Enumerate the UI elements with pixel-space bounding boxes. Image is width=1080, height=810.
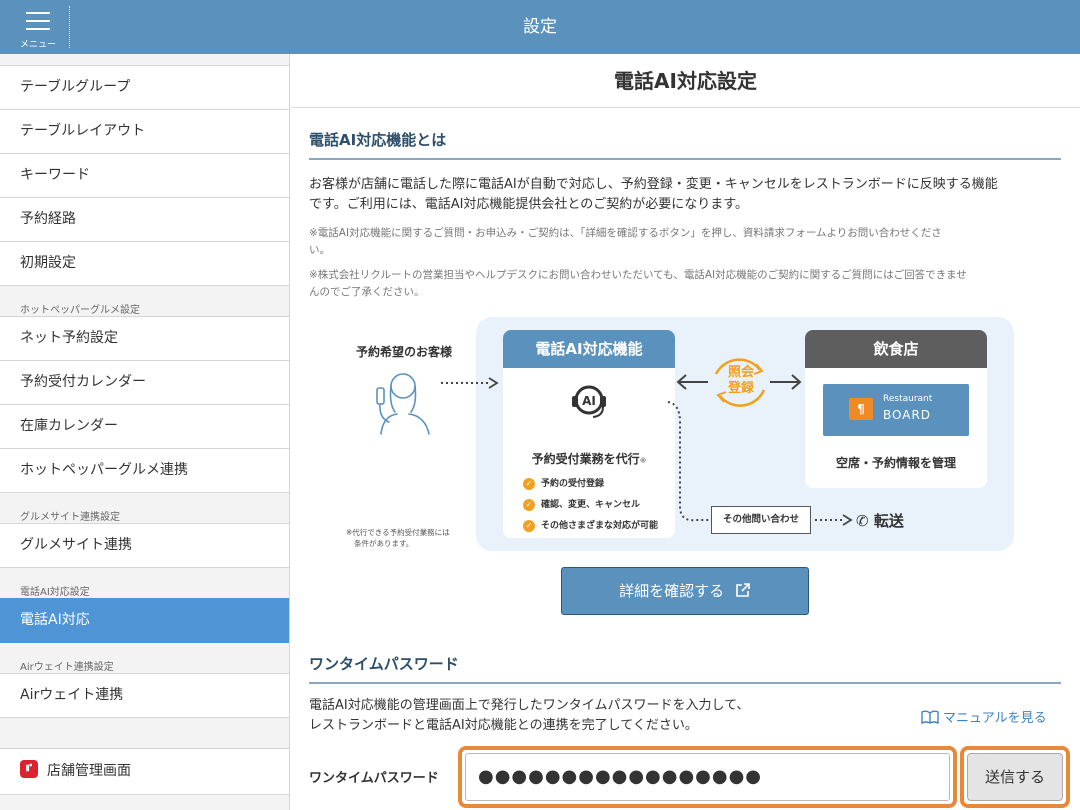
store-icon: ⑈	[20, 760, 38, 778]
ai-task-item: 確認、変更、キャンセル	[541, 500, 641, 510]
send-button[interactable]: 送信する	[967, 753, 1063, 801]
restaurant-board-icon: ¶	[849, 398, 873, 420]
sidebar-item-initial-settings[interactable]: 初期設定	[0, 241, 289, 286]
ai-card-title: 電話AI対応機能	[503, 330, 675, 368]
restaurant-card-title: 飲食店	[805, 330, 987, 368]
ai-headset-icon: AI	[572, 385, 606, 418]
sidebar-item-reservation-calendar[interactable]: 予約受付カレンダー	[0, 360, 289, 404]
transfer-text: 転送	[873, 512, 904, 530]
logo-text-line1: Restaurant	[883, 394, 933, 404]
ai-task-mark: ※	[639, 457, 647, 465]
reference-label: 照会	[727, 365, 754, 380]
diagram-footnote: ※代行できる予約受付業務には 条件があります。	[346, 527, 450, 549]
external-link-icon	[736, 582, 750, 597]
app-header: メニュー 設定	[0, 0, 1080, 54]
arrow-customer-to-ai	[441, 377, 499, 389]
logo-text-line2: BOARD	[883, 408, 932, 422]
footnote-line1: ※代行できる予約受付業務には	[346, 528, 450, 537]
sidebar-section-phone-ai: 電話AI対応設定	[20, 587, 90, 598]
register-label: 登録	[727, 381, 754, 396]
sidebar-item-reservation-route[interactable]: 予約経路	[0, 197, 289, 241]
reference-register-label: 照会 登録	[719, 365, 763, 397]
about-note1: ※電話AI対応機能に関するご質問・お申込み・ご契約は、「詳細を確認するボタン」を…	[309, 227, 942, 239]
restaurant-card: 飲食店 ¶ Restaurant BOARD 空席・予約情報を管理	[805, 330, 987, 488]
otp-desc-line1: 電話AI対応機能の管理画面上で発行したワンタイムパスワードを入力して、	[309, 698, 750, 713]
sidebar-item-airwait[interactable]: Airウェイト連携	[0, 673, 289, 718]
sidebar-item-stock-calendar[interactable]: 在庫カレンダー	[0, 404, 289, 448]
store-admin-label: 店舗管理画面	[47, 763, 131, 779]
sidebar-item-table-group[interactable]: テーブルグループ	[0, 65, 289, 109]
ai-task-list: ✓ 予約の受付登録 ✓ 確認、変更、キャンセル ✓ その他さまざまな対応が可能	[523, 476, 658, 538]
list-item: ✓ 予約の受付登録	[523, 476, 658, 497]
about-heading: 電話AI対応機能とは	[309, 129, 1061, 160]
otp-heading: ワンタイムパスワード	[309, 653, 1061, 684]
service-diagram: 予約希望のお客様 電話AI対応機能 AI 予約受付業務を代行※ ✓ 予約の受付登…	[331, 314, 1031, 554]
book-icon	[921, 710, 939, 724]
transfer-label: ✆ 転送	[856, 510, 904, 531]
about-note2: ※株式会社リクルートの営業担当やヘルプデスクにお問い合わせいただいても、電話AI…	[309, 269, 967, 281]
header-title: 設定	[523, 17, 557, 37]
footnote-line2: 条件があります。	[354, 539, 414, 548]
restaurant-board-logo: ¶ Restaurant BOARD	[823, 384, 969, 436]
list-item: ✓ 確認、変更、キャンセル	[523, 497, 658, 518]
ai-task-item: その他さまざまな対応が可能	[541, 521, 659, 531]
list-item: ✓ その他さまざまな対応が可能	[523, 518, 658, 538]
about-note1-cont: い。	[309, 244, 330, 256]
ai-feature-card: 電話AI対応機能 AI 予約受付業務を代行※ ✓ 予約の受付登録 ✓ 確認、変更、キ…	[503, 330, 675, 538]
other-inquiry-box: その他問い合わせ	[711, 506, 811, 534]
sidebar: テーブルグループ テーブルレイアウト キーワード 予約経路 初期設定 ホットペッ…	[0, 54, 290, 810]
ai-task-item: 予約の受付登録	[541, 479, 605, 489]
view-details-label: 詳細を確認する	[619, 582, 725, 600]
ai-task-title: 予約受付業務を代行※	[503, 450, 675, 467]
otp-input[interactable]: ●●●●●●●●●●●●●●●●●	[465, 753, 950, 801]
page-title: 電話AI対応設定	[291, 54, 1080, 108]
about-text-line2: です。ご利用には、電話AI対応機能提供会社とのご契約が必要になります。	[309, 197, 748, 212]
sidebar-item-table-layout[interactable]: テーブルレイアウト	[0, 109, 289, 153]
manual-link-label: マニュアルを見る	[943, 711, 1047, 726]
manual-link[interactable]: マニュアルを見る	[921, 707, 1047, 726]
sidebar-item-store-admin[interactable]: ⑈ 店舗管理画面	[0, 748, 289, 795]
ai-task-label: 予約受付業務を代行	[531, 452, 640, 466]
restaurant-desc: 空席・予約情報を管理	[835, 456, 956, 470]
sidebar-section-hotpepper: ホットペッパーグルメ設定	[20, 305, 140, 316]
sidebar-section-airwait: Airウェイト連携設定	[20, 662, 114, 673]
sidebar-item-hotpepper-link[interactable]: ホットペッパーグルメ連携	[0, 448, 289, 493]
customer-label: 予約希望のお客様	[356, 345, 453, 359]
check-icon: ✓	[523, 498, 535, 511]
view-details-button[interactable]: 詳細を確認する	[561, 567, 809, 615]
main-content: 電話AI対応設定 電話AI対応機能とは お客様が店舗に電話した際に電話AIが自動…	[291, 54, 1080, 810]
otp-desc-line2: レストランボードと電話AI対応機能との連携を完了してください。	[309, 718, 698, 733]
sidebar-item-phone-ai[interactable]: 電話AI対応	[0, 598, 289, 643]
sidebar-item-keyword[interactable]: キーワード	[0, 153, 289, 197]
sidebar-item-gourmet-site[interactable]: グルメサイト連携	[0, 523, 289, 568]
about-text-line1: お客様が店舗に電話した際に電話AIが自動で対応し、予約登録・変更・キャンセルをレ…	[309, 177, 998, 192]
check-icon: ✓	[523, 519, 535, 532]
phone-icon: ✆	[856, 512, 869, 530]
about-note2-cont: んのでご了承ください。	[309, 286, 425, 298]
check-icon: ✓	[523, 477, 535, 490]
sidebar-section-gourmet: グルメサイト連携設定	[20, 512, 120, 523]
arrow-other-to-transfer	[815, 514, 853, 526]
sidebar-item-net-reservation[interactable]: ネット予約設定	[0, 316, 289, 360]
otp-label: ワンタイムパスワード	[309, 771, 439, 786]
ai-icon-text: AI	[582, 394, 596, 408]
